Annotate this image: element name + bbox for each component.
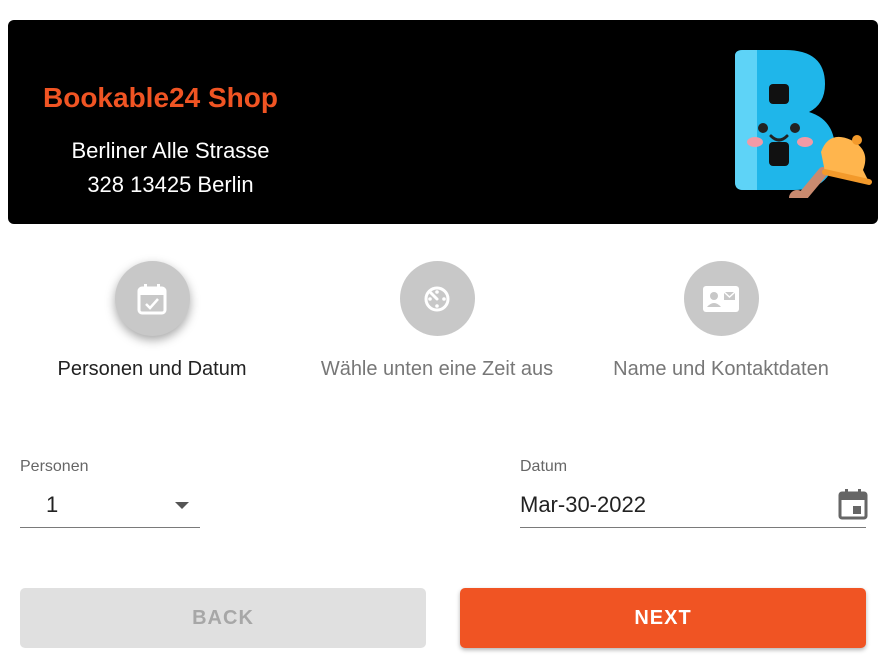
step-circle: [683, 261, 759, 336]
contact-card-icon: [703, 285, 739, 312]
step-personen-datum[interactable]: Personen und Datum: [12, 261, 292, 381]
step-zeit[interactable]: Wähle unten eine Zeit aus: [297, 261, 577, 381]
next-button[interactable]: NEXT: [460, 588, 866, 648]
step-kontaktdaten[interactable]: Name und Kontaktdaten: [581, 261, 861, 381]
step-circle: [114, 261, 190, 336]
date-label: Datum: [520, 458, 568, 475]
persons-select[interactable]: 1: [20, 484, 200, 528]
calendar-check-icon: [137, 283, 167, 314]
step-label: Personen und Datum: [57, 358, 247, 380]
shop-name: Bookable24 Shop: [43, 82, 278, 113]
timer-icon: [424, 286, 450, 311]
persons-value: 1: [46, 492, 59, 517]
calendar-icon[interactable]: [838, 488, 868, 520]
address-line-2: 328 13425 Berlin: [87, 172, 254, 197]
persons-label: Personen: [20, 458, 89, 475]
step-circle: [399, 261, 475, 336]
shop-header: Bookable24 Shop Berliner Alle Strasse 32…: [8, 20, 878, 224]
step-label: Wähle unten eine Zeit aus: [320, 358, 554, 380]
date-value: Mar-30-2022: [520, 492, 646, 517]
caret-down-icon: [175, 502, 189, 509]
date-input[interactable]: Mar-30-2022: [520, 484, 868, 528]
step-label: Name und Kontaktdaten: [613, 358, 829, 380]
back-button[interactable]: BACK: [20, 588, 426, 648]
shop-logo: [735, 50, 872, 198]
address-line-1: Berliner Alle Strasse: [71, 138, 270, 163]
